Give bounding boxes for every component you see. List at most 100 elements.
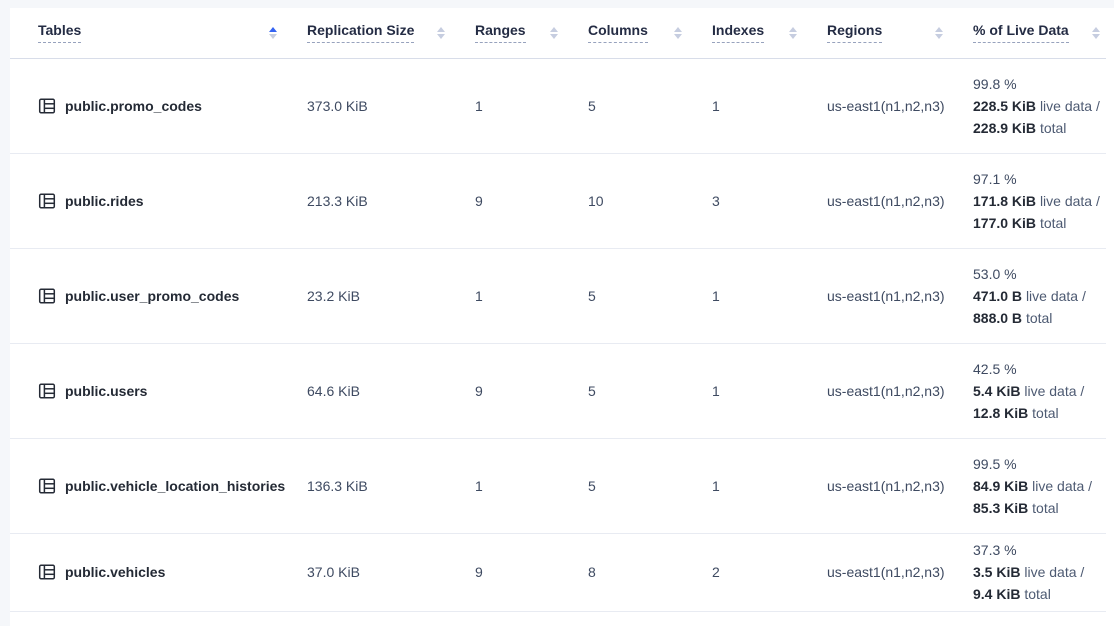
table-row[interactable]: public.users 64.6 KiB 9 5 1 us-east1(n1,… [10, 343, 1106, 438]
column-header[interactable]: Tables [10, 8, 307, 58]
sort-arrows-icon[interactable] [674, 27, 682, 39]
sort-ascending-icon[interactable] [935, 27, 943, 32]
replication-size-cell: 213.3 KiB [307, 153, 475, 248]
column-header-label[interactable]: Columns [588, 22, 648, 43]
column-header[interactable]: Replication Size [307, 8, 475, 58]
indexes-cell: 2 [712, 533, 827, 611]
sort-arrows-icon[interactable] [550, 27, 558, 39]
replication-size-cell: 23.2 KiB [307, 248, 475, 343]
columns-cell: 8 [588, 533, 712, 611]
sort-descending-icon[interactable] [789, 34, 797, 39]
sort-ascending-icon[interactable] [269, 27, 277, 32]
table-name-link[interactable]: public.user_promo_codes [65, 288, 239, 304]
total-data-line: 9.4 KiB total [973, 583, 1106, 605]
columns-cell: 5 [588, 248, 712, 343]
sort-descending-icon[interactable] [935, 34, 943, 39]
sort-ascending-icon[interactable] [1092, 27, 1100, 32]
sort-ascending-icon[interactable] [674, 27, 682, 32]
sort-arrows-icon[interactable] [269, 27, 277, 39]
column-header[interactable]: Columns [588, 8, 712, 58]
live-data-size: 5.4 KiB [973, 383, 1020, 399]
total-data-size: 177.0 KiB [973, 215, 1036, 231]
column-header[interactable]: % of Live Data [973, 8, 1106, 58]
sort-arrows-icon[interactable] [935, 27, 943, 39]
sort-ascending-icon[interactable] [550, 27, 558, 32]
total-data-line: 228.9 KiB total [973, 117, 1106, 139]
ranges-cell: 1 [475, 438, 588, 533]
table-icon [38, 382, 56, 400]
column-header-label[interactable]: Replication Size [307, 22, 414, 43]
table-row[interactable]: public.promo_codes 373.0 KiB 1 5 1 us-ea… [10, 58, 1106, 153]
live-data-cell: 99.8 % 228.5 KiB live data / 228.9 KiB t… [973, 58, 1106, 153]
live-data-percent: 97.1 % [973, 168, 1106, 190]
column-header-label[interactable]: Ranges [475, 22, 526, 43]
live-data-line: 228.5 KiB live data / [973, 95, 1106, 117]
table-name-link[interactable]: public.rides [65, 193, 144, 209]
table-name-cell: public.vehicles [10, 533, 307, 611]
columns-cell: 5 [588, 438, 712, 533]
table-name-link[interactable]: public.users [65, 383, 147, 399]
column-header[interactable]: Regions [827, 8, 973, 58]
column-header-label[interactable]: Indexes [712, 22, 764, 43]
total-data-label: total [1040, 215, 1066, 231]
total-data-size: 12.8 KiB [973, 405, 1028, 421]
live-data-line: 171.8 KiB live data / [973, 190, 1106, 212]
table-row[interactable]: public.rides 213.3 KiB 9 10 3 us-east1(n… [10, 153, 1106, 248]
sort-ascending-icon[interactable] [437, 27, 445, 32]
live-data-size: 171.8 KiB [973, 193, 1036, 209]
sort-ascending-icon[interactable] [789, 27, 797, 32]
sort-descending-icon[interactable] [674, 34, 682, 39]
replication-size-cell: 136.3 KiB [307, 438, 475, 533]
live-data-percent: 42.5 % [973, 358, 1106, 380]
total-data-label: total [1032, 405, 1058, 421]
columns-cell: 5 [588, 58, 712, 153]
sort-arrows-icon[interactable] [437, 27, 445, 39]
live-data-label: live data / [1024, 564, 1084, 580]
total-data-line: 12.8 KiB total [973, 402, 1106, 424]
sort-descending-icon[interactable] [1092, 34, 1100, 39]
table-name-link[interactable]: public.vehicle_location_histories [65, 478, 285, 494]
sort-descending-icon[interactable] [269, 34, 277, 39]
sort-arrows-icon[interactable] [789, 27, 797, 39]
total-data-line: 888.0 B total [973, 307, 1106, 329]
table-row[interactable]: public.vehicles 37.0 KiB 9 8 2 us-east1(… [10, 533, 1106, 611]
table-row[interactable]: public.user_promo_codes 23.2 KiB 1 5 1 u… [10, 248, 1106, 343]
ranges-cell: 1 [475, 58, 588, 153]
live-data-label: live data / [1032, 478, 1092, 494]
database-tables-grid: Tables Replication Size Ranges Colu [10, 8, 1106, 612]
table-row[interactable]: public.vehicle_location_histories 136.3 … [10, 438, 1106, 533]
ranges-cell: 9 [475, 343, 588, 438]
live-data-cell: 42.5 % 5.4 KiB live data / 12.8 KiB tota… [973, 343, 1106, 438]
regions-cell: us-east1(n1,n2,n3) [827, 343, 973, 438]
column-header[interactable]: Ranges [475, 8, 588, 58]
sort-arrows-icon[interactable] [1092, 27, 1100, 39]
table-header: Tables Replication Size Ranges Colu [10, 8, 1106, 58]
live-data-cell: 97.1 % 171.8 KiB live data / 177.0 KiB t… [973, 153, 1106, 248]
table-name-cell: public.promo_codes [10, 58, 307, 153]
column-header-label[interactable]: % of Live Data [973, 22, 1069, 43]
column-header-label[interactable]: Tables [38, 22, 81, 43]
replication-size-cell: 373.0 KiB [307, 58, 475, 153]
live-data-line: 84.9 KiB live data / [973, 475, 1106, 497]
indexes-cell: 1 [712, 248, 827, 343]
total-data-size: 9.4 KiB [973, 586, 1020, 602]
column-header[interactable]: Indexes [712, 8, 827, 58]
regions-cell: us-east1(n1,n2,n3) [827, 533, 973, 611]
table-icon [38, 287, 56, 305]
indexes-cell: 3 [712, 153, 827, 248]
replication-size-cell: 64.6 KiB [307, 343, 475, 438]
tables-panel: Tables Replication Size Ranges Colu [10, 8, 1114, 626]
table-name-link[interactable]: public.vehicles [65, 564, 165, 580]
table-header-row: Tables Replication Size Ranges Colu [10, 8, 1106, 58]
total-data-label: total [1026, 310, 1052, 326]
live-data-cell: 99.5 % 84.9 KiB live data / 85.3 KiB tot… [973, 438, 1106, 533]
column-header-label[interactable]: Regions [827, 22, 882, 43]
indexes-cell: 1 [712, 58, 827, 153]
sort-descending-icon[interactable] [550, 34, 558, 39]
live-data-size: 228.5 KiB [973, 98, 1036, 114]
table-icon [38, 563, 56, 581]
sort-descending-icon[interactable] [437, 34, 445, 39]
replication-size-cell: 37.0 KiB [307, 533, 475, 611]
table-name-link[interactable]: public.promo_codes [65, 98, 202, 114]
indexes-cell: 1 [712, 438, 827, 533]
